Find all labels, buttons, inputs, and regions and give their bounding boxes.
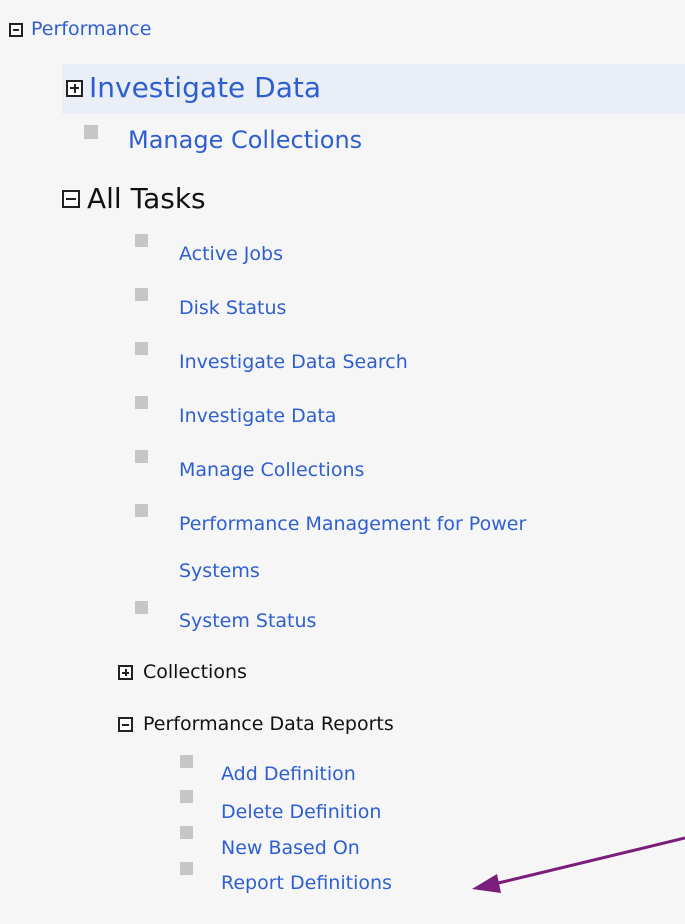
annotation-arrow-icon xyxy=(472,836,685,893)
